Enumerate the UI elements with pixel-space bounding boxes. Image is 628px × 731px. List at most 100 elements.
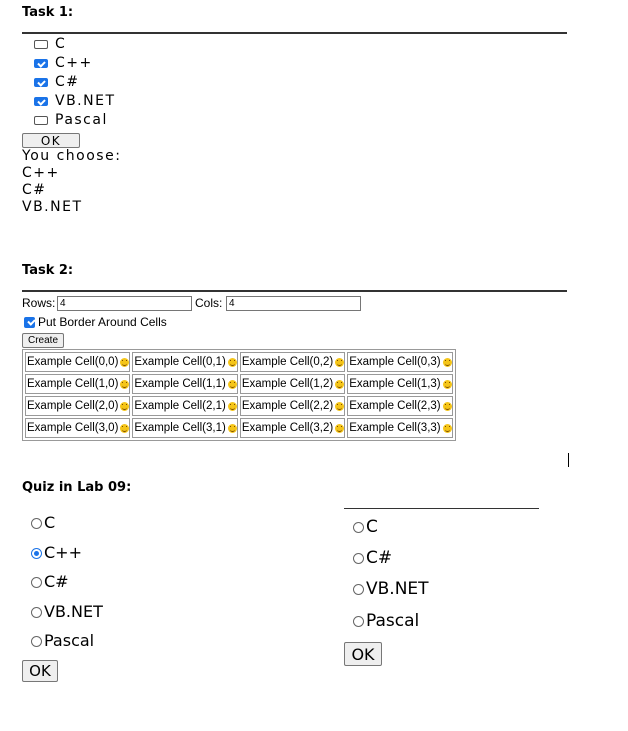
- table-cell: Example Cell(3,0): [25, 418, 131, 438]
- radio-vbnet[interactable]: [353, 583, 364, 595]
- task1-option-cpp[interactable]: C++: [34, 54, 116, 73]
- option-label: C#: [44, 572, 69, 591]
- option-label: C: [55, 36, 67, 52]
- table-row: Example Cell(3,0) Example Cell(3,1) Exam…: [25, 418, 453, 438]
- option-label: VB.NET: [55, 93, 116, 109]
- radio-cpp[interactable]: [31, 548, 42, 559]
- radio-c[interactable]: [31, 518, 42, 529]
- result-item: C++: [22, 165, 60, 181]
- radio-c[interactable]: [353, 521, 364, 533]
- table-cell: Example Cell(2,3): [347, 396, 453, 416]
- checkbox-cpp[interactable]: [34, 58, 48, 68]
- smiley-icon: [335, 358, 345, 367]
- smiley-icon: [335, 402, 345, 411]
- result-item: VB.NET: [22, 199, 83, 215]
- task1-ok-button[interactable]: OK: [22, 133, 80, 148]
- rows-label: Rows:: [22, 296, 56, 310]
- quiz-heading: Quiz in Lab 09:: [22, 480, 132, 495]
- checkbox-pascal[interactable]: [34, 115, 48, 125]
- smiley-icon: [335, 424, 345, 433]
- checkbox-vbnet[interactable]: [34, 96, 48, 106]
- task1-result: You choose: C++ C# VB.NET: [22, 148, 121, 216]
- table-cell: Example Cell(2,0): [25, 396, 131, 416]
- quiz-left-option-csharp[interactable]: C#: [31, 571, 103, 601]
- table-cell: Example Cell(1,3): [347, 374, 453, 394]
- rows-input[interactable]: [57, 296, 192, 311]
- border-checkbox[interactable]: [24, 317, 35, 329]
- task1-heading: Task 1:: [22, 5, 74, 20]
- option-label: C#: [366, 548, 393, 568]
- smiley-icon: [120, 424, 130, 433]
- task1-option-csharp[interactable]: C#: [34, 73, 116, 92]
- option-label: Pascal: [55, 112, 108, 128]
- create-button[interactable]: Create: [22, 333, 64, 348]
- option-label: VB.NET: [44, 602, 103, 621]
- smiley-icon: [227, 402, 237, 411]
- smiley-icon: [120, 380, 130, 389]
- smiley-icon: [227, 380, 237, 389]
- cols-label: Cols:: [195, 296, 223, 310]
- cells-table-wrap: Example Cell(0,0) Example Cell(0,1) Exam…: [22, 349, 456, 441]
- quiz-right-option-c[interactable]: C: [353, 516, 429, 547]
- task1-option-c[interactable]: C: [34, 35, 116, 54]
- table-cell: Example Cell(3,3): [347, 418, 453, 438]
- table-cell: Example Cell(0,0): [25, 352, 131, 372]
- option-label: C++: [55, 55, 93, 71]
- table-row: Example Cell(1,0) Example Cell(1,1) Exam…: [25, 374, 453, 394]
- table-row: Example Cell(2,0) Example Cell(2,1) Exam…: [25, 396, 453, 416]
- border-label: Put Border Around Cells: [38, 315, 167, 329]
- table-row: Example Cell(0,0) Example Cell(0,1) Exam…: [25, 352, 453, 372]
- task2-size-row: Rows:: [22, 295, 55, 311]
- radio-csharp[interactable]: [353, 552, 364, 564]
- quiz-right-option-pascal[interactable]: Pascal: [353, 610, 429, 641]
- task1-option-pascal[interactable]: Pascal: [34, 111, 116, 130]
- table-cell: Example Cell(2,2): [239, 396, 346, 416]
- table-cell: Example Cell(3,2): [239, 418, 346, 438]
- option-label: Pascal: [44, 631, 95, 650]
- option-label: VB.NET: [366, 579, 429, 599]
- radio-csharp[interactable]: [31, 577, 42, 588]
- smiley-icon: [227, 424, 237, 433]
- option-label: Pascal: [366, 611, 420, 631]
- quiz-right-option-vbnet[interactable]: VB.NET: [353, 578, 429, 610]
- radio-vbnet[interactable]: [31, 607, 42, 618]
- smiley-icon: [442, 424, 452, 433]
- table-cell: Example Cell(0,2): [239, 352, 346, 372]
- table-cell: Example Cell(0,1): [132, 352, 238, 372]
- quiz-right-options: C C# VB.NET Pascal: [353, 516, 429, 641]
- smiley-icon: [120, 358, 130, 367]
- task2-heading: Task 2:: [22, 263, 74, 278]
- border-option[interactable]: Put Border Around Cells: [24, 314, 167, 330]
- quiz-right-divider: [344, 508, 539, 509]
- quiz-left-option-cpp[interactable]: C++: [31, 542, 103, 571]
- task1-option-vbnet[interactable]: VB.NET: [34, 92, 116, 111]
- text-cursor: [568, 453, 569, 467]
- table-cell: Example Cell(1,2): [239, 374, 346, 394]
- smiley-icon: [442, 402, 452, 411]
- table-cell: Example Cell(3,1): [132, 418, 238, 438]
- smiley-icon: [120, 402, 130, 411]
- quiz-left-option-vbnet[interactable]: VB.NET: [31, 601, 103, 630]
- task1-options: C C++ C# VB.NET Pascal: [34, 35, 116, 130]
- smiley-icon: [335, 380, 345, 389]
- quiz-right-option-csharp[interactable]: C#: [353, 547, 429, 578]
- cols-input[interactable]: [226, 296, 361, 311]
- checkbox-csharp[interactable]: [34, 77, 48, 87]
- radio-pascal[interactable]: [31, 636, 42, 647]
- table-cell: Example Cell(1,1): [132, 374, 238, 394]
- table-cell: Example Cell(0,3): [347, 352, 453, 372]
- table-cell: Example Cell(2,1): [132, 396, 238, 416]
- checkbox-c[interactable]: [34, 39, 48, 49]
- quiz-right-ok-button[interactable]: OK: [344, 642, 382, 666]
- smiley-icon: [227, 358, 237, 367]
- task1-divider: [22, 32, 567, 34]
- quiz-left-option-pascal[interactable]: Pascal: [31, 630, 103, 659]
- table-cell: Example Cell(1,0): [25, 374, 131, 394]
- radio-pascal[interactable]: [353, 615, 364, 627]
- quiz-left-option-c[interactable]: C: [31, 512, 103, 542]
- task2-divider: [22, 290, 567, 292]
- quiz-left-ok-button[interactable]: OK: [22, 660, 58, 682]
- result-heading: You choose:: [22, 148, 122, 164]
- option-label: C: [366, 517, 378, 537]
- quiz-left-options: C C++ C# VB.NET Pascal: [31, 512, 103, 659]
